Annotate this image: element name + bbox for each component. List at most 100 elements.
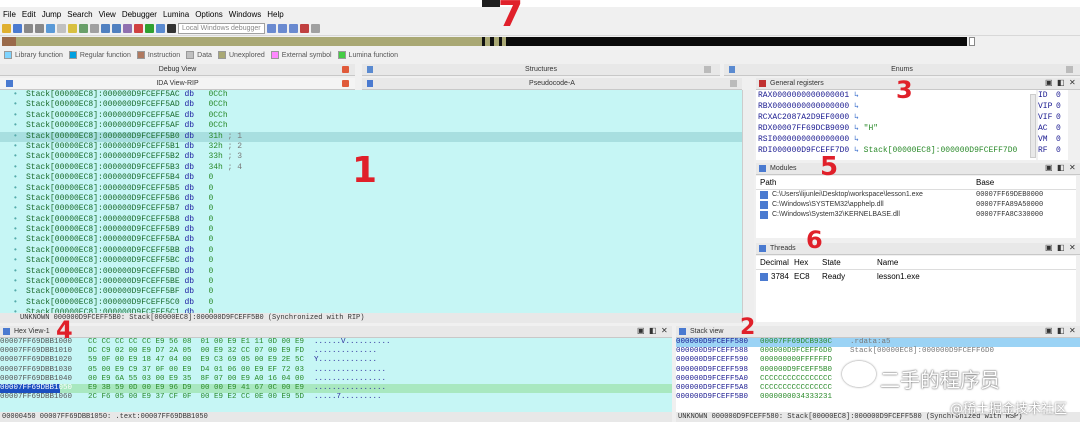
disasm-address[interactable]: Stack[00000EC8]:000000D9FCEFF5B1 — [26, 142, 180, 151]
threads-list[interactable]: Decimal Hex State Name 3784 EC8 Ready lesso… — [756, 256, 1076, 322]
disasm-address[interactable]: Stack[00000EC8]:000000D9FCEFF5B2 — [26, 152, 180, 161]
step-into-icon[interactable] — [266, 23, 276, 33]
disasm-operand[interactable]: 0 — [208, 267, 213, 276]
disasm-operand[interactable]: 0 — [208, 246, 213, 255]
registers-titlebar[interactable]: General registers — [756, 78, 1080, 90]
flag-value[interactable]: 0 — [1056, 124, 1061, 133]
stack-value[interactable]: 000000D9FCEFF6D0 — [760, 347, 850, 356]
hex-line[interactable]: 00007FF69DBB1000 CC CC CC CC CC E9 56 08 … — [0, 338, 672, 347]
stack-value[interactable]: 00007FF69DCB930C — [760, 338, 850, 347]
tab-ida-view[interactable]: IDA View-RIP — [0, 78, 355, 90]
disasm-line[interactable]: • Stack[00000EC8]:000000D9FCEFF5C0 db 0 — [0, 298, 742, 308]
module-row[interactable]: C:\Windows\System32\KERNELBASE.dll 00007F… — [756, 210, 1076, 220]
column-decimal[interactable]: Decimal — [756, 256, 794, 269]
disasm-address[interactable]: Stack[00000EC8]:000000D9FCEFF5BA — [26, 235, 180, 244]
disasm-address[interactable]: Stack[00000EC8]:000000D9FCEFF5B7 — [26, 204, 180, 213]
column-hex[interactable]: Hex — [794, 256, 822, 269]
step-out-icon[interactable] — [288, 23, 298, 33]
disasm-address[interactable]: Stack[00000EC8]:000000D9FCEFF5BB — [26, 246, 180, 255]
menu-options[interactable]: Options — [195, 10, 223, 19]
hex-text[interactable]: ................ — [314, 384, 386, 393]
close-icon[interactable] — [1066, 66, 1073, 73]
hex-text[interactable]: Y............. — [314, 356, 377, 365]
maximize-icon[interactable]: ▣ — [1045, 243, 1053, 252]
disasm-address[interactable]: Stack[00000EC8]:000000D9FCEFF5B9 — [26, 225, 180, 234]
register-row[interactable]: RSI0000000000000000 ↳ — [756, 134, 1036, 145]
menu-lumina[interactable]: Lumina — [163, 10, 189, 19]
disasm-address[interactable]: Stack[00000EC8]:000000D9FCEFF5B8 — [26, 215, 180, 224]
disasm-operand[interactable]: 0CCh — [208, 100, 227, 109]
disasm-address[interactable]: Stack[00000EC8]:000000D9FCEFF5BC — [26, 256, 180, 265]
hex-icon[interactable] — [90, 23, 99, 33]
registers-scrollbar[interactable] — [1030, 94, 1036, 158]
hex-line[interactable]: 00007FF69DBB1010 DC C9 02 00 E9 D7 2A 05 … — [0, 347, 672, 356]
menu-file[interactable]: File — [3, 10, 16, 19]
menu-search[interactable]: Search — [67, 10, 92, 19]
save-icon[interactable] — [13, 23, 22, 33]
stack-value[interactable]: 000000D9FCEFF5B0 — [760, 366, 850, 375]
register-value[interactable]: AC2087A2D9EF0000 — [772, 113, 849, 122]
close-icon[interactable] — [704, 66, 711, 73]
flag-row[interactable]: AC 0 — [1038, 123, 1068, 134]
disasm-line[interactable]: • Stack[00000EC8]:000000D9FCEFF5BB db 0 — [0, 246, 742, 256]
breakpoint-icon[interactable] — [299, 23, 309, 33]
disasm-line[interactable]: • Stack[00000EC8]:000000D9FCEFF5B7 db 0 — [0, 204, 742, 214]
disasm-operand[interactable]: 32h — [208, 142, 222, 151]
hex-line[interactable]: 00007FF69DBB1050 E9 3B 59 0D 00 E9 96 D9 … — [0, 383, 672, 394]
menu-debugger[interactable]: Debugger — [122, 10, 157, 19]
navigation-band[interactable] — [2, 37, 967, 46]
hex-text[interactable]: ......V.......... — [314, 338, 391, 347]
tab-debug-view[interactable]: Debug View — [0, 64, 355, 76]
disasm-operand[interactable]: 0 — [208, 204, 213, 213]
flag-row[interactable]: VIP 0 — [1038, 101, 1068, 112]
register-value[interactable]: 0000000000000001 — [772, 91, 849, 100]
stack-value[interactable]: 000000000FFFFFFD — [760, 356, 850, 365]
disasm-operand[interactable]: 0CCh — [208, 121, 227, 130]
register-value[interactable]: 00007FF69DCB9090 — [772, 124, 849, 133]
stack-view-titlebar[interactable]: Stack view — [676, 326, 1080, 338]
hex-bytes[interactable]: 59 0F 00 E9 18 47 04 00 E9 C3 69 05 00 E… — [88, 356, 304, 365]
disasm-address[interactable]: Stack[00000EC8]:000000D9FCEFF5B3 — [26, 163, 180, 172]
menu-windows[interactable]: Windows — [229, 10, 261, 19]
tab-enums[interactable]: Enums — [724, 64, 1080, 76]
stop-icon[interactable] — [167, 23, 176, 33]
disasm-operand[interactable]: 0 — [208, 277, 213, 286]
register-row[interactable]: RDX00007FF69DCB9090 ↳ "H" — [756, 123, 1036, 134]
register-row[interactable]: RDI000000D9FCEFF7D0 ↳ Stack[00000EC8]:00… — [756, 145, 1036, 156]
close-icon[interactable]: ✕ — [661, 326, 668, 335]
restore-icon[interactable]: ◧ — [1057, 326, 1065, 335]
disasm-operand[interactable]: 31h — [208, 132, 222, 141]
modules-titlebar[interactable]: Modules — [756, 163, 1080, 175]
modules-list[interactable]: Path Base C:\Users\lijunlei\Desktop\work… — [756, 176, 1076, 238]
close-icon[interactable]: ✕ — [1069, 163, 1076, 172]
search-icon[interactable] — [57, 23, 66, 33]
hex-bytes[interactable]: 05 00 E9 C9 37 0F 00 E9 D4 01 06 00 E9 E… — [88, 366, 304, 375]
menu-edit[interactable]: Edit — [22, 10, 36, 19]
flag-row[interactable]: VIF 0 — [1038, 112, 1068, 123]
flag-value[interactable]: 0 — [1056, 102, 1061, 111]
hex-text[interactable]: ................ — [314, 366, 386, 375]
hex-bytes[interactable]: DC C9 02 00 E9 D7 2A 05 00 E9 32 CC 07 0… — [88, 347, 304, 356]
disasm-line[interactable]: • Stack[00000EC8]:000000D9FCEFF5BE db 0 — [0, 277, 742, 287]
stack-line[interactable]: 000000D9FCEFF580 00007FF69DCB930C .rdata:a… — [676, 338, 1080, 348]
register-row[interactable]: RCXAC2087A2D9EF0000 ↳ — [756, 112, 1036, 123]
close-icon[interactable] — [342, 66, 349, 73]
close-icon[interactable]: ✕ — [1069, 326, 1076, 335]
hex-bytes[interactable]: E9 3B 59 0D 00 E9 96 D9 00 00 E9 41 67 0… — [88, 384, 304, 393]
disasm-address[interactable]: Stack[00000EC8]:000000D9FCEFF5B4 — [26, 173, 180, 182]
disasm-operand[interactable]: 0CCh — [208, 90, 227, 99]
menu-view[interactable]: View — [99, 10, 116, 19]
disasm-operand[interactable]: 0 — [208, 225, 213, 234]
module-row[interactable]: C:\Users\lijunlei\Desktop\workspace\less… — [756, 190, 1076, 200]
jump-icon[interactable] — [46, 23, 55, 33]
maximize-icon[interactable]: ▣ — [1045, 163, 1053, 172]
disasm-address[interactable]: Stack[00000EC8]:000000D9FCEFF5B5 — [26, 184, 180, 193]
close-icon[interactable]: ✕ — [1069, 243, 1076, 252]
hex-bytes[interactable]: CC CC CC CC CC E9 56 08 01 00 E9 E1 11 0… — [88, 338, 304, 347]
play-icon[interactable] — [145, 23, 154, 33]
flag-row[interactable]: VM 0 — [1038, 134, 1068, 145]
disassembly-scrollbar[interactable] — [742, 90, 754, 323]
enum-icon[interactable] — [112, 23, 121, 33]
disasm-line[interactable]: • Stack[00000EC8]:000000D9FCEFF5BF db 0 — [0, 287, 742, 297]
disasm-address[interactable]: Stack[00000EC8]:000000D9FCEFF5B6 — [26, 194, 180, 203]
